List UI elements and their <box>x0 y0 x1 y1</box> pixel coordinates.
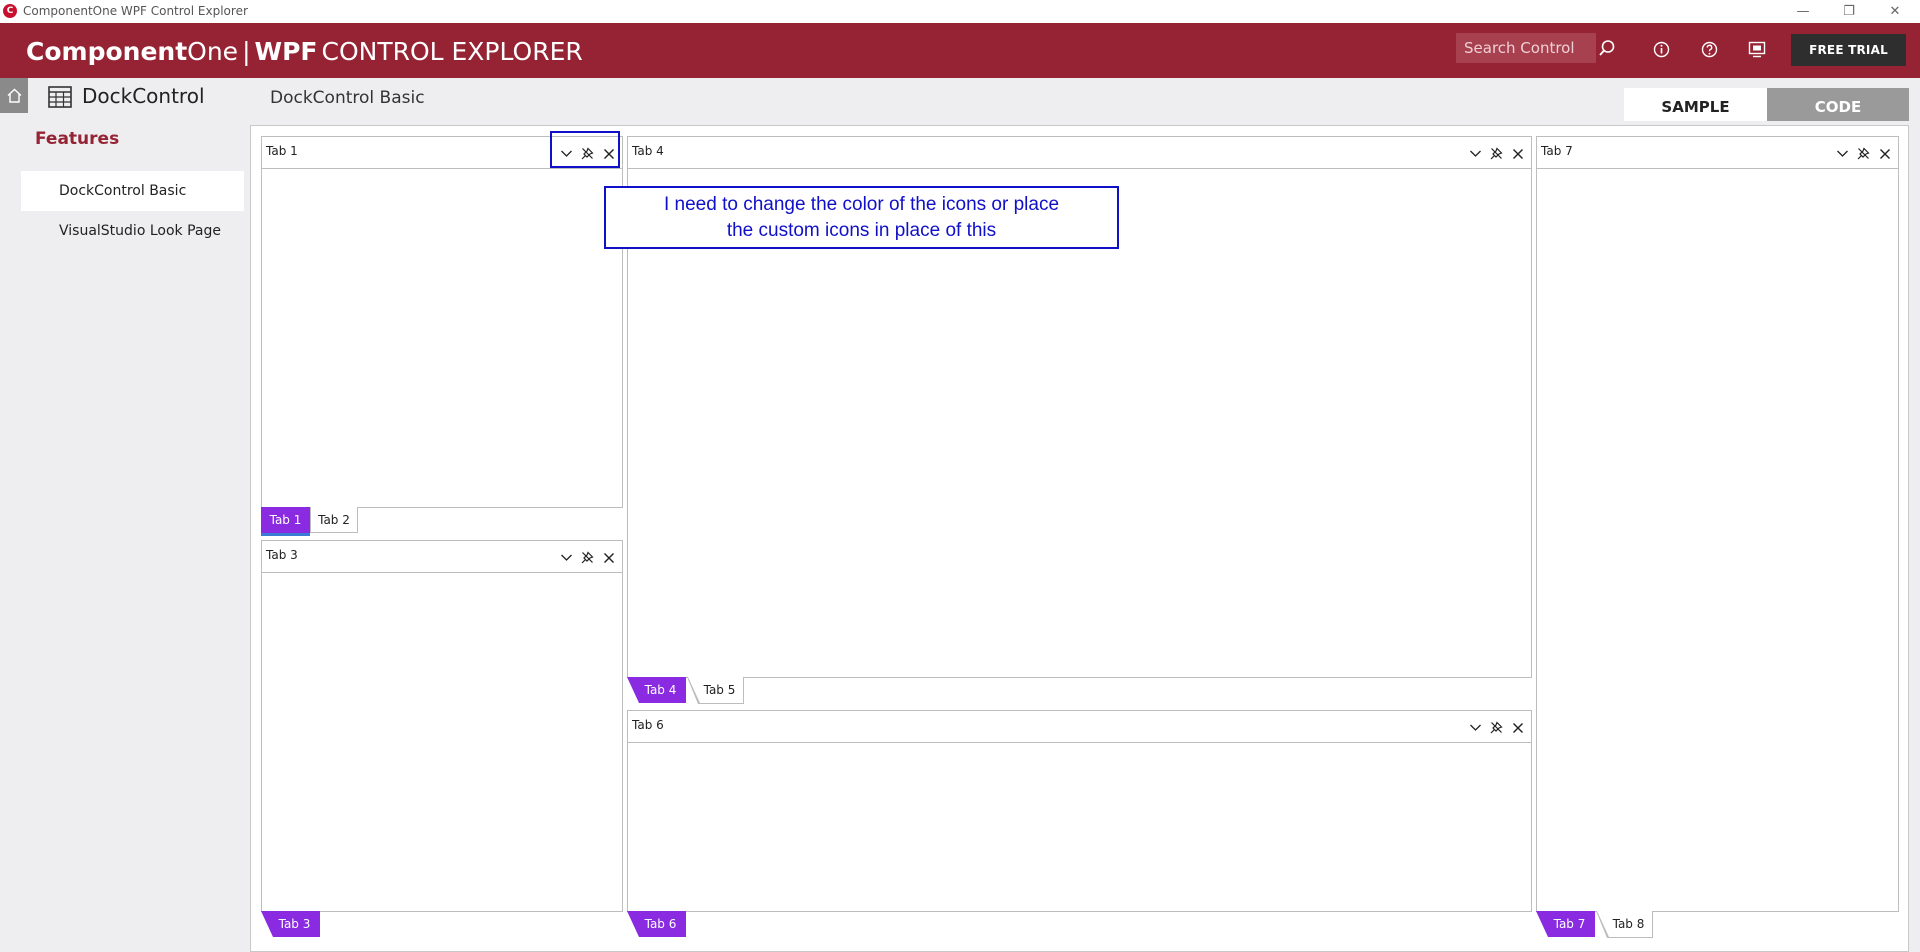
close-icon <box>1512 148 1523 159</box>
features-heading: Features <box>35 129 120 149</box>
close-icon <box>1512 722 1523 733</box>
pane-title: Tab 3 <box>266 548 298 562</box>
pane-menu-button[interactable] <box>1468 146 1483 161</box>
unpin-icon <box>1490 721 1503 734</box>
dock-pane-tab6: Tab 6 <box>627 710 1532 912</box>
brand-wpf: WPF <box>254 37 318 66</box>
search-button[interactable] <box>1592 33 1622 63</box>
home-button[interactable] <box>0 78 28 113</box>
brand-separator: | <box>242 37 251 66</box>
dock-pane-tab3: Tab 3 <box>261 540 623 912</box>
annotation-line-2: the custom icons in place of this <box>726 219 997 241</box>
pane-title: Tab 1 <box>266 144 298 158</box>
pane-title: Tab 4 <box>632 144 664 158</box>
chevron-down-icon <box>1470 724 1481 731</box>
minimize-button[interactable]: — <box>1780 0 1826 23</box>
sidebar: Features DockControl Basic VisualStudio … <box>0 121 250 952</box>
grid-control-icon <box>48 86 72 108</box>
dock-pane-tab1: Tab 1 <box>261 136 623 508</box>
sidebar-item-visualstudio-look[interactable]: VisualStudio Look Page <box>21 211 244 251</box>
presentation-button[interactable] <box>1745 37 1769 61</box>
unpin-icon <box>581 551 594 564</box>
pane-close-button[interactable] <box>601 550 616 565</box>
pane-header[interactable]: Tab 4 <box>628 137 1531 169</box>
chevron-down-icon <box>561 554 572 561</box>
tab-2[interactable]: Tab 2 <box>310 507 358 533</box>
pane-pin-button[interactable] <box>1489 720 1504 735</box>
annotation-callout: I need to change the color of the icons … <box>604 186 1119 249</box>
restore-button[interactable]: ❐ <box>1826 0 1872 23</box>
annotation-highlight-box <box>550 131 620 168</box>
pane-header[interactable]: Tab 7 <box>1537 137 1898 169</box>
home-icon <box>7 88 21 103</box>
close-icon <box>1879 148 1890 159</box>
chevron-down-icon <box>1837 150 1848 157</box>
pane-header[interactable]: Tab 3 <box>262 541 622 573</box>
pane-close-button[interactable] <box>1510 146 1525 161</box>
monitor-icon <box>1748 41 1766 57</box>
app-header: Component One | WPF CONTROL EXPLORER Sea… <box>0 23 1920 78</box>
pane-buttons <box>1835 146 1892 161</box>
close-icon <box>603 552 614 563</box>
dock-pane-tab7: Tab 7 <box>1536 136 1899 912</box>
pane-header[interactable]: Tab 6 <box>628 711 1531 743</box>
search-icon <box>1599 40 1615 56</box>
sidebar-item-dockcontrol-basic[interactable]: DockControl Basic <box>21 171 244 211</box>
pane-buttons <box>559 550 616 565</box>
sub-header: DockControl DockControl Basic SAMPLE COD… <box>0 78 1920 125</box>
pane-pin-button[interactable] <box>1856 146 1871 161</box>
pane-title: Tab 7 <box>1541 144 1573 158</box>
pane-close-button[interactable] <box>1510 720 1525 735</box>
pane-title: Tab 6 <box>632 718 664 732</box>
close-icon: ✕ <box>1889 4 1901 19</box>
brand-logo: Component One | WPF CONTROL EXPLORER <box>26 37 583 66</box>
unpin-icon <box>1857 147 1870 160</box>
pane-pin-button[interactable] <box>580 550 595 565</box>
pane-menu-button[interactable] <box>1835 146 1850 161</box>
search-input[interactable]: Search Control <box>1456 33 1596 63</box>
chevron-down-icon <box>1470 150 1481 157</box>
tab-1[interactable]: Tab 1 <box>261 507 310 536</box>
minimize-icon: — <box>1796 4 1810 19</box>
page-title: DockControl Basic <box>270 88 425 108</box>
window-title: ComponentOne WPF Control Explorer <box>23 4 248 18</box>
free-trial-button[interactable]: FREE TRIAL <box>1791 34 1906 66</box>
restore-icon: ❐ <box>1843 4 1855 19</box>
info-button[interactable] <box>1649 37 1673 61</box>
pane-buttons <box>1468 720 1525 735</box>
tab-code[interactable]: CODE <box>1767 88 1909 125</box>
info-icon <box>1653 41 1669 57</box>
window-titlebar: C ComponentOne WPF Control Explorer — ❐ … <box>0 0 1920 23</box>
pane-close-button[interactable] <box>1877 146 1892 161</box>
app-logo-icon: C <box>3 4 17 18</box>
help-button[interactable] <box>1697 37 1721 61</box>
pane-menu-button[interactable] <box>559 550 574 565</box>
tab-sample[interactable]: SAMPLE <box>1624 88 1767 125</box>
pane-buttons <box>1468 146 1525 161</box>
pane-menu-button[interactable] <box>1468 720 1483 735</box>
help-icon <box>1701 41 1717 57</box>
close-window-button[interactable]: ✕ <box>1872 0 1918 23</box>
control-title: DockControl <box>82 84 205 108</box>
brand-component: Component <box>26 37 188 66</box>
brand-control-explorer: CONTROL EXPLORER <box>321 37 583 66</box>
pane-pin-button[interactable] <box>1489 146 1504 161</box>
unpin-icon <box>1490 147 1503 160</box>
annotation-line-1: I need to change the color of the icons … <box>663 193 1060 215</box>
brand-one: One <box>187 37 239 66</box>
